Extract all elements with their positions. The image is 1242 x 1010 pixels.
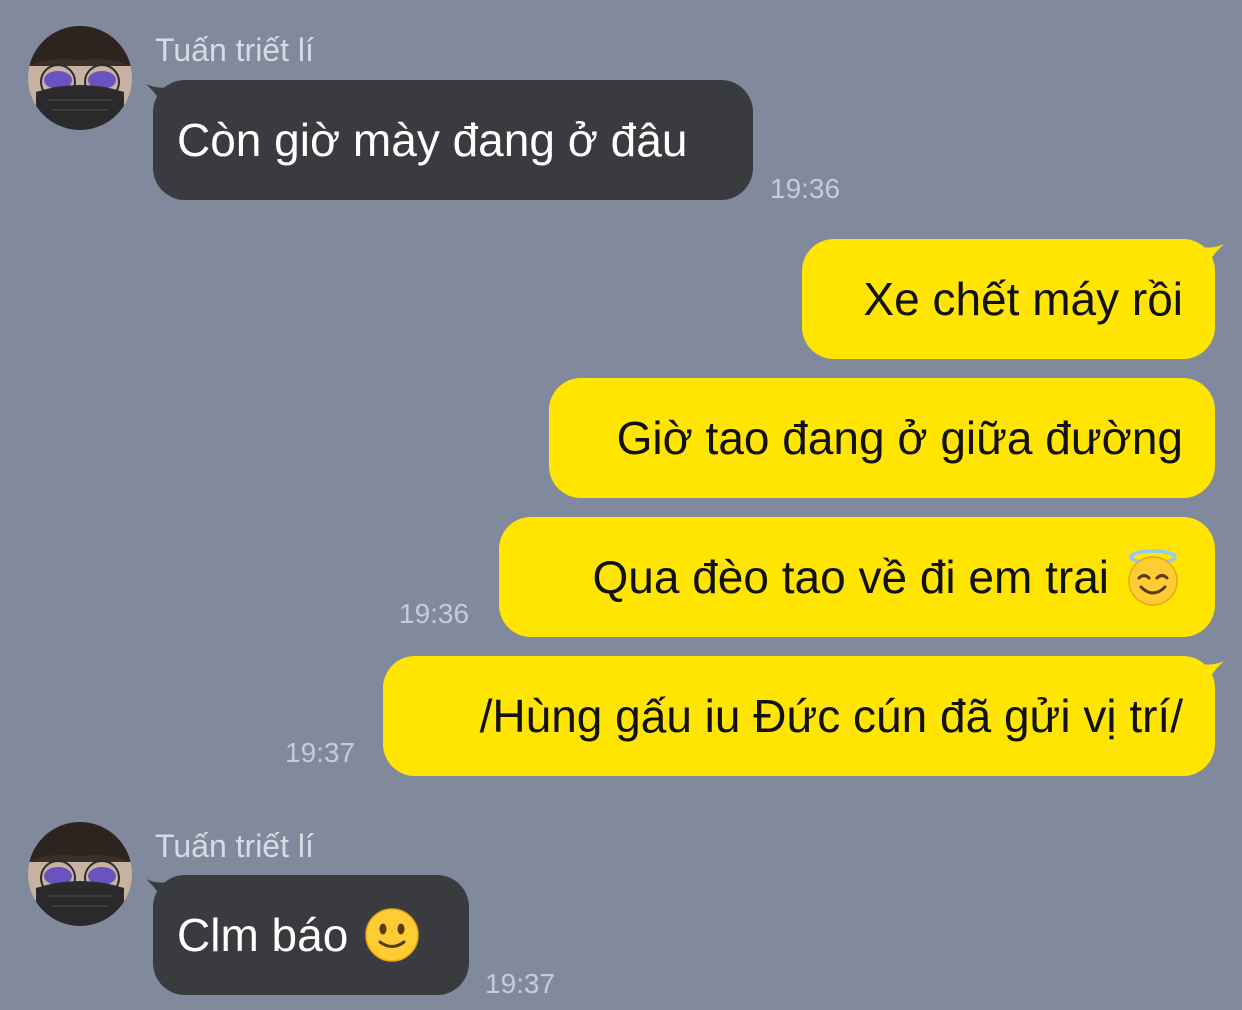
- message-text: Giờ tao đang ở giữa đường: [616, 412, 1183, 464]
- sender-name: Tuấn triết lí: [155, 828, 314, 864]
- message-text: Còn giờ mày đang ở đâu: [177, 114, 688, 166]
- message-text: Xe chết máy rồi: [863, 273, 1183, 325]
- sender-avatar[interactable]: [28, 26, 132, 130]
- message-text: Clm báo: [177, 909, 349, 961]
- sender-name: Tuấn triết lí: [155, 32, 314, 68]
- message-timestamp: 19:36: [770, 173, 841, 204]
- message-text: /Hùng gấu iu Đức cún đã gửi vị trí/: [479, 690, 1183, 742]
- message-bubble-outgoing[interactable]: Xe chết máy rồi: [802, 239, 1215, 359]
- message-bubble-outgoing[interactable]: Giờ tao đang ở giữa đường: [549, 378, 1215, 498]
- sender-avatar[interactable]: [28, 822, 132, 926]
- slightly-smiling-face-icon: [365, 908, 420, 962]
- message-text: Qua đèo tao về đi em trai: [592, 551, 1109, 603]
- message-bubble-incoming[interactable]: Còn giờ mày đang ở đâu: [153, 80, 753, 200]
- message-timestamp: 19:37: [285, 737, 356, 768]
- message-timestamp: 19:37: [485, 968, 556, 999]
- message-bubble-incoming[interactable]: Clm báo: [153, 875, 469, 995]
- location-message-bubble[interactable]: /Hùng gấu iu Đức cún đã gửi vị trí/: [383, 656, 1215, 776]
- message-bubble-outgoing[interactable]: Qua đèo tao về đi em trai: [499, 517, 1215, 637]
- smiling-face-with-halo-icon: [1128, 549, 1178, 606]
- message-timestamp: 19:36: [399, 598, 470, 629]
